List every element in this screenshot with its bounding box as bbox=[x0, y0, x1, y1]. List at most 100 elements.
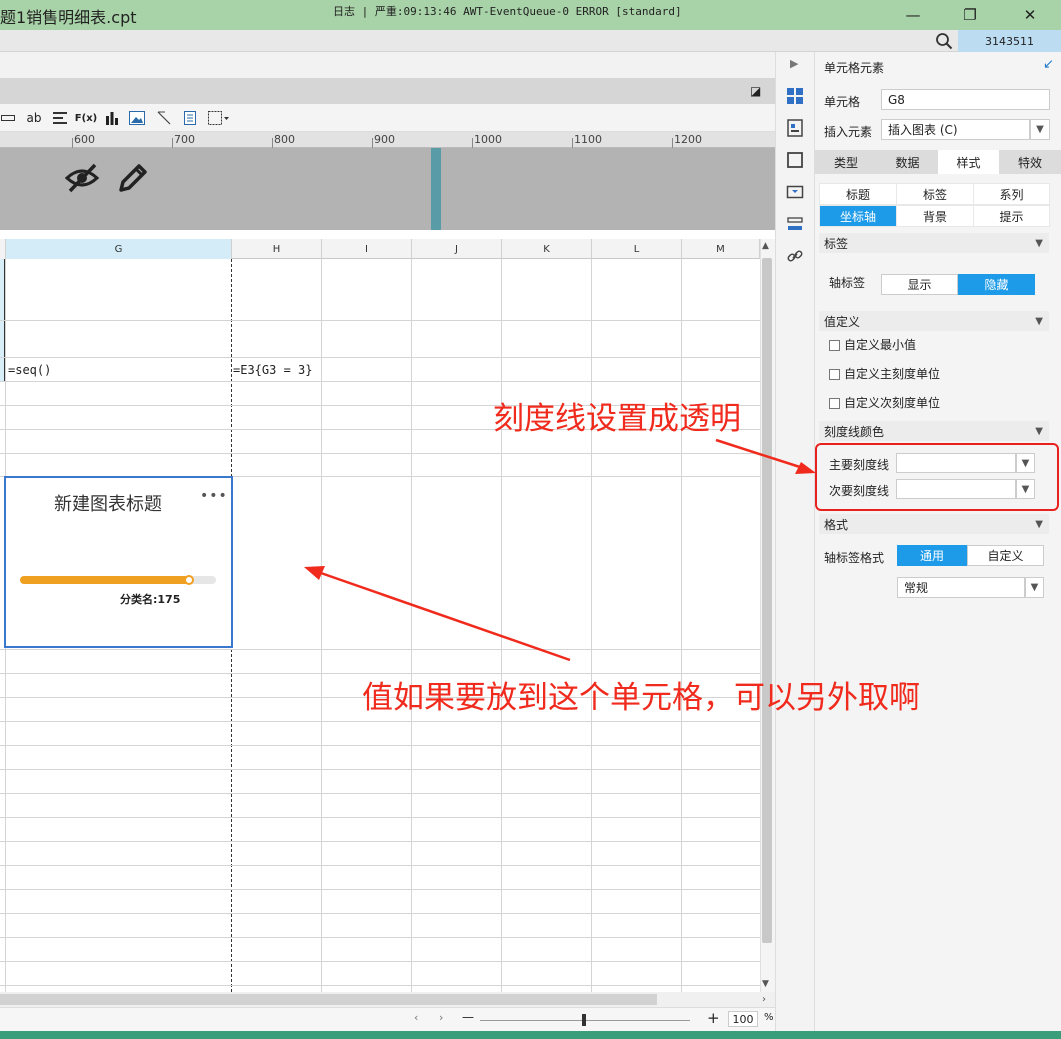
grid-line bbox=[0, 649, 760, 650]
minimize-button[interactable]: — bbox=[888, 0, 938, 30]
scroll-right-icon[interactable]: › bbox=[762, 994, 766, 1005]
next-sheet-icon[interactable]: › bbox=[439, 1011, 443, 1024]
condition-icon[interactable] bbox=[784, 213, 806, 235]
chart-title: 新建图表标题 bbox=[54, 494, 162, 515]
hide-button[interactable]: 隐藏 bbox=[958, 274, 1035, 295]
custom-minor-label: 自定义次刻度单位 bbox=[844, 396, 941, 410]
formula-button[interactable]: F(x) bbox=[75, 108, 97, 128]
tab-effects[interactable]: 特效 bbox=[999, 150, 1061, 174]
cell-g3[interactable]: =seq() bbox=[8, 363, 51, 377]
ruler-label: 700 bbox=[174, 133, 195, 146]
grid-line bbox=[0, 745, 760, 746]
taskbar-strip bbox=[0, 1031, 1061, 1039]
subtab-title[interactable]: 标题 bbox=[820, 184, 896, 204]
subtab-tooltip[interactable]: 提示 bbox=[974, 206, 1049, 226]
collapse-icon[interactable]: ▼ bbox=[1035, 519, 1043, 530]
log-bar bbox=[0, 30, 1061, 52]
subtab-series[interactable]: 系列 bbox=[974, 184, 1049, 204]
gauge-label: 分类名:175 bbox=[120, 593, 181, 606]
tab-menu-icon[interactable]: ◪ bbox=[750, 84, 761, 98]
document-icon[interactable] bbox=[181, 108, 199, 128]
section-custom[interactable]: 值定义 ▼ bbox=[819, 311, 1049, 331]
vertical-scroll-thumb[interactable] bbox=[762, 258, 772, 943]
show-button[interactable]: 显示 bbox=[881, 274, 958, 295]
float-element-icon[interactable] bbox=[784, 149, 806, 171]
zoom-out-button[interactable]: — bbox=[462, 1010, 474, 1024]
zoom-input[interactable]: 100 bbox=[728, 1011, 758, 1027]
image-icon[interactable] bbox=[128, 108, 146, 128]
toolbar-text-button[interactable]: ab bbox=[24, 108, 44, 128]
collapse-arrow-icon[interactable]: ▶ bbox=[790, 57, 798, 70]
user-id-badge[interactable]: 3143511 bbox=[958, 30, 1061, 52]
ruler-label: 800 bbox=[274, 133, 295, 146]
column-header-j[interactable]: J bbox=[412, 239, 502, 259]
tab-data[interactable]: 数据 bbox=[877, 150, 938, 174]
tab-type[interactable]: 类型 bbox=[815, 150, 877, 174]
prev-sheet-icon[interactable]: ‹ bbox=[414, 1011, 418, 1024]
format-general-button[interactable]: 通用 bbox=[897, 545, 967, 566]
subtab-axis[interactable]: 坐标轴 bbox=[820, 206, 896, 226]
custom-min-checkbox[interactable] bbox=[829, 340, 840, 351]
cell-attribute-icon[interactable] bbox=[784, 117, 806, 139]
column-header-l[interactable]: L bbox=[592, 239, 682, 259]
cell-element-icon[interactable] bbox=[784, 85, 806, 107]
window-title: 题1销售明细表.cpt bbox=[0, 8, 137, 27]
column-header-i[interactable]: I bbox=[322, 239, 412, 259]
grid-line bbox=[0, 381, 760, 382]
scroll-down-icon[interactable]: ▼ bbox=[762, 979, 769, 989]
cell-border-dropdown-icon[interactable] bbox=[207, 108, 231, 128]
ruler-label: 600 bbox=[74, 133, 95, 146]
chart-icon[interactable] bbox=[103, 108, 121, 128]
custom-major-row[interactable]: 自定义主刻度单位 bbox=[829, 365, 940, 382]
highlight-box bbox=[815, 443, 1059, 511]
column-header-h[interactable]: H bbox=[232, 239, 322, 259]
tab-style[interactable]: 样式 bbox=[938, 150, 999, 174]
section-format[interactable]: 格式 ▼ bbox=[819, 514, 1049, 534]
toolbar-border-icon[interactable] bbox=[0, 108, 16, 128]
ruler-tick bbox=[372, 138, 373, 148]
grid-line bbox=[0, 453, 760, 454]
ruler-label: 1200 bbox=[674, 133, 702, 146]
chevron-down-icon[interactable]: ▼ bbox=[1025, 577, 1044, 598]
zoom-in-button[interactable]: + bbox=[707, 1009, 720, 1027]
column-header-m[interactable]: M bbox=[682, 239, 760, 259]
maximize-button[interactable]: ❐ bbox=[945, 0, 995, 30]
scroll-up-icon[interactable]: ▲ bbox=[762, 241, 769, 251]
custom-min-row[interactable]: 自定义最小值 bbox=[829, 336, 916, 353]
more-icon[interactable]: ••• bbox=[200, 488, 228, 504]
log-message[interactable]: 日志 | 严重:09:13:46 AWT-EventQueue-0 ERROR … bbox=[333, 3, 682, 19]
edit-pencil-icon[interactable] bbox=[117, 162, 149, 194]
collapse-icon[interactable]: ▼ bbox=[1035, 426, 1043, 437]
section-tick-color[interactable]: 刻度线颜色 ▼ bbox=[819, 421, 1049, 441]
grid-line bbox=[0, 769, 760, 770]
zoom-percent: % bbox=[764, 1012, 774, 1023]
horizontal-scroll-thumb[interactable] bbox=[0, 994, 657, 1005]
cell-name-input[interactable]: G8 bbox=[881, 89, 1050, 110]
search-icon[interactable] bbox=[935, 32, 953, 50]
pin-icon[interactable]: ↙ bbox=[1043, 57, 1054, 72]
custom-minor-row[interactable]: 自定义次刻度单位 bbox=[829, 394, 940, 411]
ruler-tick bbox=[172, 138, 173, 148]
insert-element-select[interactable]: 插入图表 (C) bbox=[881, 119, 1030, 140]
section-label[interactable]: 标签 ▼ bbox=[819, 233, 1049, 253]
align-icon[interactable] bbox=[52, 108, 68, 128]
column-header-g[interactable]: G bbox=[6, 239, 232, 259]
format-select[interactable]: 常规 bbox=[897, 577, 1025, 598]
subtab-background[interactable]: 背景 bbox=[897, 206, 973, 226]
format-custom-button[interactable]: 自定义 bbox=[967, 545, 1044, 566]
collapse-icon[interactable]: ▼ bbox=[1035, 316, 1043, 327]
widget-icon[interactable] bbox=[784, 181, 806, 203]
hidden-eye-icon[interactable] bbox=[64, 162, 100, 194]
section-tick-color-text: 刻度线颜色 bbox=[824, 424, 885, 439]
slash-icon[interactable] bbox=[155, 108, 173, 128]
hyperlink-icon[interactable] bbox=[784, 245, 806, 267]
column-header-k[interactable]: K bbox=[502, 239, 592, 259]
zoom-slider-knob[interactable] bbox=[582, 1014, 586, 1026]
cell-h3[interactable]: =E3{G3 = 3} bbox=[233, 363, 312, 377]
subtab-label[interactable]: 标签 bbox=[897, 184, 973, 204]
collapse-icon[interactable]: ▼ bbox=[1035, 238, 1043, 249]
custom-minor-checkbox[interactable] bbox=[829, 398, 840, 409]
close-button[interactable]: ✕ bbox=[1005, 0, 1055, 30]
chevron-down-icon[interactable]: ▼ bbox=[1030, 119, 1050, 140]
custom-major-checkbox[interactable] bbox=[829, 369, 840, 380]
